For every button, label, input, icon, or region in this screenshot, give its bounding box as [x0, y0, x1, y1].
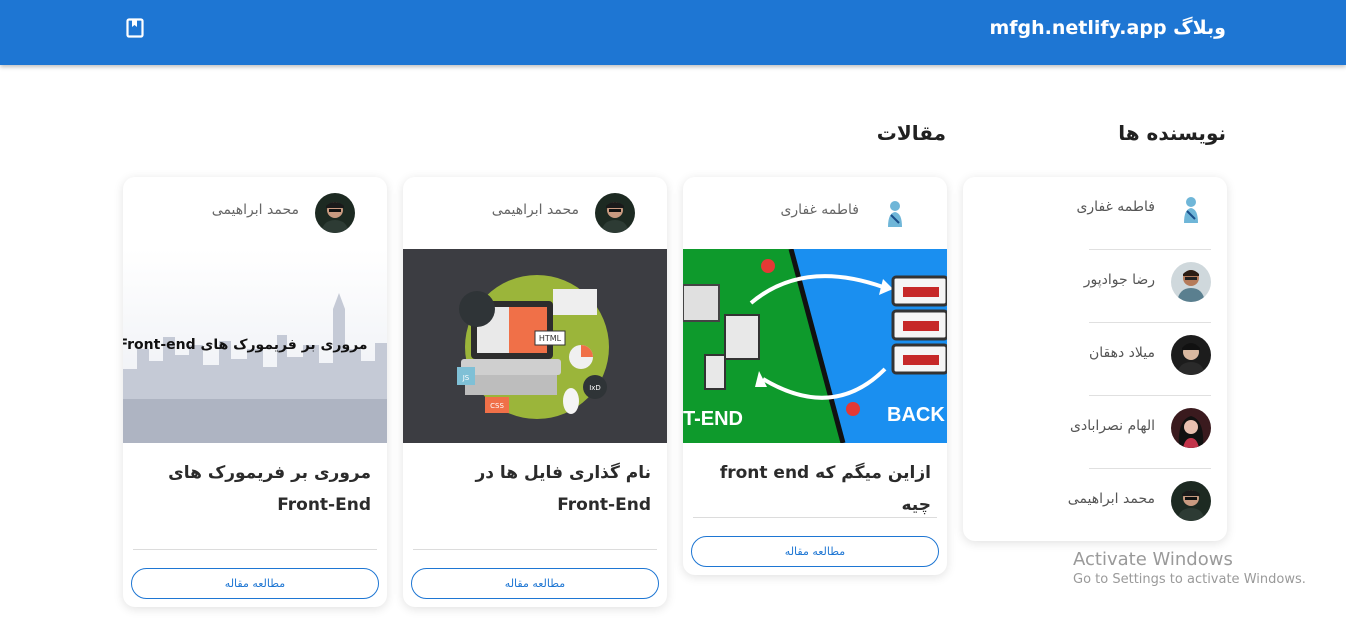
image-caption: مروری بر فریمورک های Front-end: [123, 337, 368, 353]
watermark-line-1: Activate Windows: [1073, 549, 1233, 570]
author-item[interactable]: رضا جوادپور: [963, 250, 1227, 323]
article-title[interactable]: مروری بر فریمورک های Front-End: [139, 457, 371, 521]
authors-list: فاطمه غفاری رضا جوادپور میلاد دهقان الها…: [963, 177, 1227, 541]
author-name: میلاد دهقان: [1088, 345, 1155, 361]
site-title[interactable]: وبلاگ mfgh.netlify.app: [989, 17, 1226, 39]
image-label-frontend: T-END: [683, 408, 743, 430]
divider: [133, 549, 377, 550]
woman-illustration-avatar: [875, 193, 915, 233]
articles-heading: مقالات: [876, 121, 946, 145]
author-name: رضا جوادپور: [1083, 272, 1155, 288]
divider: [413, 549, 657, 550]
js-tag-label: JS: [462, 374, 470, 382]
man-photo-avatar: [595, 193, 635, 233]
authors-heading: نویسنده ها: [1118, 121, 1226, 145]
woman-photo-avatar: [1171, 408, 1211, 448]
author-item[interactable]: الهام نصرابادی: [963, 396, 1227, 469]
app-bar: وبلاگ mfgh.netlify.app: [0, 0, 1346, 65]
article-image[interactable]: مروری بر فریمورک های Front-end: [123, 249, 387, 443]
author-item[interactable]: میلاد دهقان: [963, 323, 1227, 396]
author-item[interactable]: فاطمه غفاری: [963, 177, 1227, 250]
article-image[interactable]: T-END BACK: [683, 249, 947, 443]
html-tag-label: HTML: [539, 334, 562, 343]
css-tag-label: CSS: [490, 402, 504, 410]
man-photo-avatar: [1171, 262, 1211, 302]
author-name: فاطمه غفاری: [1076, 199, 1155, 215]
divider: [693, 517, 937, 518]
article-card: فاطمه غفاری T-END BACK ازاین میگم که fro…: [683, 177, 947, 575]
man-photo-avatar: [315, 193, 355, 233]
article-author: محمد ابراهیمی: [123, 177, 387, 249]
bookmark-book-icon[interactable]: [126, 18, 144, 38]
author-name: محمد ابراهیمی: [1067, 491, 1155, 507]
author-name: فاطمه غفاری: [780, 202, 859, 218]
watermark-line-2: Go to Settings to activate Windows.: [1073, 572, 1306, 587]
author-name: محمد ابراهیمی: [491, 202, 579, 218]
article-author: محمد ابراهیمی: [403, 177, 667, 249]
read-article-button[interactable]: مطالعه مقاله: [131, 568, 379, 599]
read-article-button[interactable]: مطالعه مقاله: [411, 568, 659, 599]
woman-illustration-avatar: [1171, 189, 1211, 229]
article-card: محمد ابراهیمی مروری بر فریمورک های Front…: [123, 177, 387, 607]
author-item[interactable]: محمد ابراهیمی: [963, 469, 1227, 542]
author-name: محمد ابراهیمی: [211, 202, 299, 218]
man-photo-avatar: [1171, 335, 1211, 375]
article-image[interactable]: HTML JS CSS IxD: [403, 249, 667, 443]
article-title[interactable]: نام گذاری فایل ها در Front-End: [419, 457, 651, 521]
man-photo-avatar: [1171, 481, 1211, 521]
read-article-button[interactable]: مطالعه مقاله: [691, 536, 939, 567]
author-name: الهام نصرابادی: [1070, 418, 1155, 434]
article-author: فاطمه غفاری: [683, 177, 947, 249]
ixd-tag-label: IxD: [589, 384, 601, 392]
windows-activation-watermark: Activate Windows Go to Settings to activ…: [1073, 549, 1306, 587]
article-card: محمد ابراهیمی HTML JS CSS IxD نام گذاری …: [403, 177, 667, 607]
image-label-backend: BACK: [887, 404, 945, 426]
article-title[interactable]: ازاین میگم که front end چیه: [699, 457, 931, 521]
